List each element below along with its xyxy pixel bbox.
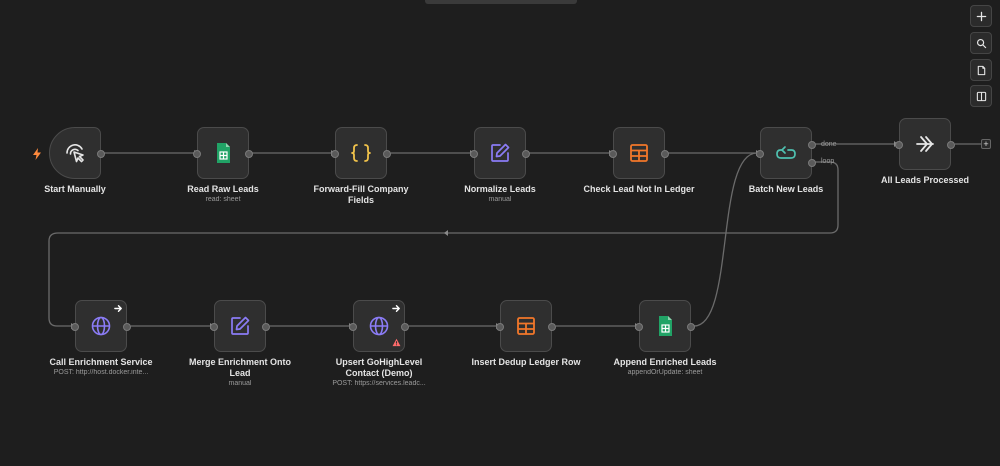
plus-icon <box>976 11 986 21</box>
loop-output-port[interactable] <box>808 159 816 167</box>
node-label-batch: Batch New Leads <box>748 184 824 194</box>
node-start-manually[interactable] <box>49 127 105 179</box>
input-port[interactable] <box>349 323 357 331</box>
node-label-read: Read Raw Leads <box>187 184 259 194</box>
edit-pencil-icon <box>228 314 252 338</box>
node-normalize-leads[interactable] <box>470 127 530 179</box>
done-port-label: done <box>821 141 837 148</box>
output-port[interactable] <box>262 323 270 331</box>
connection-append-batch <box>693 152 758 327</box>
node-label-done: All Leads Processed <box>880 175 970 185</box>
search-icon <box>976 38 986 48</box>
trigger-bolt-icon <box>33 148 41 160</box>
globe-icon <box>89 314 113 338</box>
node-label-ffill: Forward-Fill Company Fields <box>313 184 409 205</box>
code-braces-icon <box>349 141 373 165</box>
input-port[interactable] <box>193 150 201 158</box>
arrowhead-loop-mid <box>444 230 448 236</box>
panel-toggle-button[interactable] <box>970 85 992 107</box>
node-call-enrichment[interactable] <box>71 300 131 352</box>
node-subtitle-read: read: sheet <box>205 196 241 203</box>
input-port[interactable] <box>609 150 617 158</box>
input-port[interactable] <box>635 323 643 331</box>
input-port[interactable] <box>71 323 79 331</box>
node-batch-new-leads[interactable]: done loop <box>756 127 837 179</box>
table-icon <box>514 314 538 338</box>
arrow-right-icon <box>114 305 122 312</box>
search-button[interactable] <box>970 32 992 54</box>
google-sheets-icon <box>653 314 677 338</box>
output-port[interactable] <box>97 150 105 158</box>
output-port[interactable] <box>548 323 556 331</box>
done-output-port[interactable] <box>808 141 816 149</box>
double-chevron-right-icon <box>913 132 937 156</box>
node-all-leads-processed[interactable] <box>895 118 955 170</box>
node-upsert-contact[interactable] <box>349 300 409 352</box>
node-subtitle-append: appendOrUpdate: sheet <box>627 369 703 376</box>
node-append-enriched[interactable] <box>635 300 695 352</box>
node-label-norm: Normalize Leads <box>464 184 536 194</box>
node-subtitle-call: POST: http://host.docker.inte... <box>53 369 149 376</box>
output-port[interactable] <box>123 323 131 331</box>
loop-port-label: loop <box>821 158 835 165</box>
connections-layer <box>48 141 981 329</box>
node-insert-dedup[interactable] <box>496 300 556 352</box>
google-sheets-icon <box>211 141 235 165</box>
node-label-insert: Insert Dedup Ledger Row <box>471 357 581 367</box>
sidebar-icon <box>976 91 986 101</box>
output-port[interactable] <box>947 141 955 149</box>
node-subtitle-upsert: POST: https://services.leadc... <box>332 380 426 387</box>
input-port[interactable] <box>756 150 764 158</box>
input-port[interactable] <box>895 141 903 149</box>
node-subtitle-norm: manual <box>488 196 512 203</box>
output-port[interactable] <box>661 150 669 158</box>
workflow-canvas[interactable]: Start Manually Read Raw Leads read: shee… <box>0 0 1000 466</box>
node-merge-enrichment[interactable] <box>210 300 270 352</box>
globe-icon <box>367 314 391 338</box>
output-port[interactable] <box>522 150 530 158</box>
table-icon <box>627 141 651 165</box>
node-label-start: Start Manually <box>44 184 106 194</box>
output-port[interactable] <box>383 150 391 158</box>
output-port[interactable] <box>687 323 695 331</box>
node-label-upsert: Upsert GoHighLevel Contact (Demo) <box>335 357 423 378</box>
note-icon <box>977 65 985 75</box>
node-forward-fill[interactable] <box>331 127 391 179</box>
add-node-plus-icon[interactable]: + <box>981 139 991 149</box>
input-port[interactable] <box>331 150 339 158</box>
sticky-note-button[interactable] <box>970 59 992 81</box>
input-port[interactable] <box>470 150 478 158</box>
zoom-in-button[interactable] <box>970 5 992 27</box>
output-port[interactable] <box>401 323 409 331</box>
arrow-right-icon <box>392 305 400 312</box>
input-port[interactable] <box>210 323 218 331</box>
node-label-call: Call Enrichment Service <box>49 357 153 367</box>
cursor-click-icon <box>63 141 87 165</box>
node-read-raw-leads[interactable] <box>193 127 253 179</box>
node-label-merge: Merge Enrichment Onto Lead <box>188 357 291 378</box>
node-label-append: Append Enriched Leads <box>613 357 717 367</box>
node-check-lead[interactable] <box>609 127 669 179</box>
node-label-check: Check Lead Not In Ledger <box>583 184 695 194</box>
loop-icon <box>774 141 798 165</box>
warning-icon[interactable] <box>392 338 401 347</box>
input-port[interactable] <box>496 323 504 331</box>
output-port[interactable] <box>245 150 253 158</box>
node-subtitle-merge: manual <box>228 380 252 387</box>
edit-pencil-icon <box>488 141 512 165</box>
